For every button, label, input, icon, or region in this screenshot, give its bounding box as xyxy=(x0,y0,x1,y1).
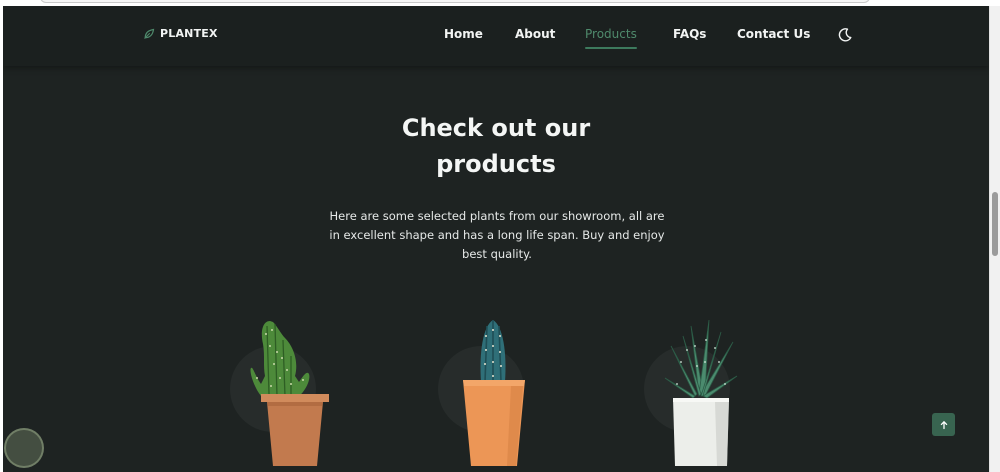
moon-icon xyxy=(838,28,852,42)
cactus-terracotta-image xyxy=(250,321,329,466)
browser-address-bar-edge xyxy=(40,0,870,3)
site-header: PLANTEX Home About Products FAQs Contact… xyxy=(3,6,989,66)
section-title: Check out our products xyxy=(296,110,696,182)
scroll-to-top-button[interactable] xyxy=(932,413,955,436)
section-title-line-1: Check out our xyxy=(401,114,591,142)
blue-cactus-image xyxy=(463,320,525,466)
page-viewport: PLANTEX Home About Products FAQs Contact… xyxy=(3,6,989,472)
scrollbar-thumb[interactable] xyxy=(992,192,998,256)
product-card[interactable] xyxy=(433,306,553,472)
corner-watermark-badge xyxy=(4,428,44,468)
active-nav-underline xyxy=(585,47,637,49)
nav-link-about[interactable]: About xyxy=(515,27,555,41)
theme-toggle-button[interactable] xyxy=(837,27,853,43)
product-card[interactable] xyxy=(225,306,345,472)
page-scrollbar[interactable] xyxy=(989,6,1000,472)
nav-link-products-label: Products xyxy=(585,27,637,41)
arrow-up-icon xyxy=(940,420,947,429)
nav-link-products[interactable]: Products xyxy=(585,27,637,49)
nav-link-home[interactable]: Home xyxy=(444,27,483,41)
nav-link-contact[interactable]: Contact Us xyxy=(737,27,810,41)
section-description: Here are some selected plants from our s… xyxy=(329,209,665,261)
leaf-icon xyxy=(144,28,155,39)
brand-logo[interactable]: PLANTEX xyxy=(143,27,218,40)
section-title-line-2: products xyxy=(436,150,556,178)
brand-name: PLANTEX xyxy=(160,27,218,40)
aloe-white-pot-image xyxy=(664,319,738,466)
product-card[interactable] xyxy=(639,306,759,472)
nav-link-faqs[interactable]: FAQs xyxy=(673,27,706,41)
